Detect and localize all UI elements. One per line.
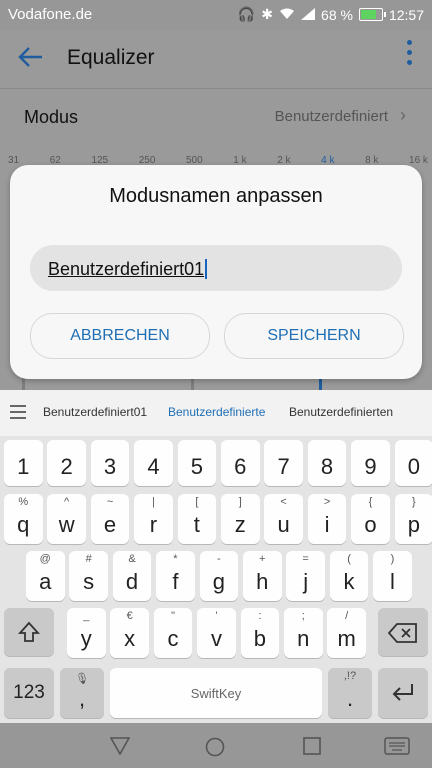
swiftkey-logo: SwiftKey bbox=[190, 686, 242, 701]
shift-key[interactable] bbox=[4, 608, 54, 656]
letter-key[interactable]: @ a bbox=[26, 551, 65, 601]
letter-key[interactable]: ' v bbox=[197, 608, 236, 658]
enter-icon bbox=[392, 684, 413, 701]
shift-icon bbox=[18, 621, 40, 642]
modus-label: Modus bbox=[24, 107, 79, 127]
period-key[interactable]: ,!? . bbox=[328, 668, 372, 718]
home-icon[interactable] bbox=[205, 737, 225, 757]
letter-key[interactable]: [t bbox=[177, 494, 217, 544]
wifi-icon bbox=[279, 7, 295, 23]
letter-key[interactable]: € x bbox=[110, 608, 149, 658]
navigation-bar bbox=[0, 723, 432, 768]
backspace-key[interactable] bbox=[378, 608, 428, 656]
suggestion-1[interactable]: Benutzerdefiniert01 bbox=[43, 405, 147, 419]
letter-key[interactable]: -g bbox=[199, 551, 239, 601]
number-key[interactable]: 0 bbox=[394, 440, 432, 486]
more-options-icon[interactable] bbox=[406, 40, 412, 65]
number-key[interactable]: 2 bbox=[47, 440, 86, 486]
cancel-button[interactable]: ABBRECHEN bbox=[30, 313, 210, 359]
letter-key[interactable]: # s bbox=[69, 551, 108, 601]
letter-key[interactable]: (k bbox=[329, 551, 369, 601]
number-key[interactable]: 5 bbox=[177, 440, 217, 486]
number-key[interactable]: 6 bbox=[221, 440, 260, 486]
battery-icon bbox=[358, 8, 386, 21]
space-key[interactable]: SwiftKey bbox=[110, 668, 322, 718]
battery-percent: 68 % bbox=[321, 6, 353, 23]
mode-name-input-value: Benutzerdefiniert01 bbox=[48, 259, 207, 280]
letter-key[interactable]: ] z bbox=[221, 494, 260, 544]
page-title: Equalizer bbox=[67, 46, 155, 69]
suggestion-bar: Benutzerdefiniert01 Benutzerdefinierte B… bbox=[0, 390, 432, 437]
letter-key[interactable]: " c bbox=[153, 608, 193, 658]
clock: 12:57 bbox=[388, 6, 424, 23]
carrier-name: Vodafone.de bbox=[8, 6, 93, 23]
dialog-title: Modusnamen anpassen bbox=[109, 185, 323, 207]
rename-mode-dialog: Modusnamen anpassen Benutzerdefiniert01 … bbox=[10, 165, 422, 379]
app-bar: Equalizer bbox=[0, 30, 432, 88]
letter-key[interactable]: / m bbox=[327, 608, 366, 658]
microphone-icon: 🎙 bbox=[75, 673, 89, 685]
letter-key[interactable]: > i bbox=[307, 494, 347, 544]
headphones-icon: 🎧 bbox=[237, 6, 256, 22]
letter-key[interactable]: * f bbox=[156, 551, 195, 601]
back-arrow-icon[interactable] bbox=[18, 44, 44, 75]
letter-key[interactable]: = j bbox=[286, 551, 325, 601]
letter-key[interactable]: % q bbox=[4, 494, 43, 544]
back-nav-icon[interactable] bbox=[110, 737, 130, 755]
keyboard-switch-icon[interactable] bbox=[384, 737, 410, 755]
letter-key[interactable]: + h bbox=[243, 551, 282, 601]
modus-row[interactable]: Modus Benutzerdefiniert › bbox=[0, 88, 432, 144]
keyboard-menu-icon[interactable] bbox=[10, 405, 26, 419]
status-icons: 🎧 ✱ 68 % 12:57 bbox=[238, 6, 424, 23]
number-key[interactable]: 3 bbox=[90, 440, 130, 486]
letter-key[interactable]: } p bbox=[394, 494, 432, 544]
bluetooth-icon: ✱ bbox=[261, 6, 274, 22]
letter-key[interactable]: _ y bbox=[67, 608, 106, 658]
enter-key[interactable] bbox=[378, 668, 428, 718]
keyboard: 123 🎙 , SwiftKey ,!? . 1 2 3 4 5 6 7 8 9 0% q ^ w ~ e |… bbox=[0, 436, 432, 723]
suggestion-3[interactable]: Benutzerdefinierten bbox=[289, 405, 393, 419]
letter-key[interactable]: :b bbox=[240, 608, 280, 658]
recents-icon[interactable] bbox=[303, 737, 321, 755]
signal-icon bbox=[301, 7, 316, 23]
modus-value: Benutzerdefiniert bbox=[274, 108, 388, 125]
letter-key[interactable]: < u bbox=[264, 494, 303, 544]
number-key[interactable]: 4 bbox=[134, 440, 173, 486]
mode-name-input[interactable]: Benutzerdefiniert01 bbox=[30, 245, 402, 291]
backspace-icon bbox=[388, 623, 417, 643]
letter-key[interactable]: {o bbox=[351, 494, 390, 544]
number-key[interactable]: 1 bbox=[4, 440, 43, 486]
letter-key[interactable]: | r bbox=[134, 494, 173, 544]
comma-key[interactable]: 🎙 , bbox=[60, 668, 104, 718]
letter-key[interactable]: & d bbox=[112, 551, 152, 601]
save-button[interactable]: SPEICHERN bbox=[224, 313, 404, 359]
letter-key[interactable]: ~ e bbox=[90, 494, 130, 544]
letter-key[interactable]: ; n bbox=[284, 608, 323, 658]
number-key[interactable]: 7 bbox=[264, 440, 303, 486]
chevron-right-icon: › bbox=[400, 105, 406, 125]
letter-key[interactable]: ) l bbox=[373, 551, 412, 601]
numbers-key[interactable]: 123 bbox=[4, 668, 54, 718]
number-key[interactable]: 8 bbox=[307, 440, 347, 486]
number-key[interactable]: 9 bbox=[351, 440, 390, 486]
status-bar: Vodafone.de 🎧 ✱ 68 % 12:57 bbox=[0, 0, 432, 30]
suggestion-2[interactable]: Benutzerdefinierte bbox=[168, 405, 265, 419]
letter-key[interactable]: ^ w bbox=[47, 494, 86, 544]
